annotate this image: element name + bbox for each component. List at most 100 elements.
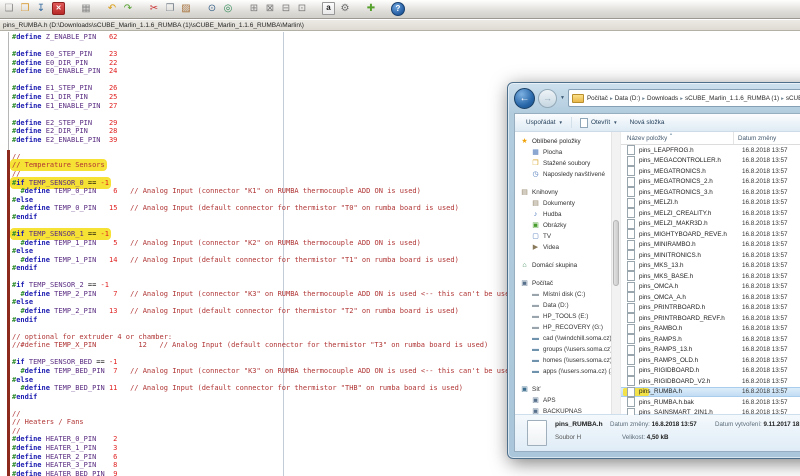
editor-tab[interactable]: pins_RUMBA.h (D:\Downloads\sCUBE_Marlin_… (0, 20, 800, 31)
sidebar-item-obl-ben-polo-ky[interactable]: ★Oblíbené položky (515, 136, 620, 147)
toolbar-group: a⚙ (320, 2, 353, 17)
table-row[interactable]: pins_MKS_13.h16.8.2018 13:57 (621, 261, 800, 272)
table-row[interactable]: pins_MEGATRONICS_3.h16.8.2018 13:57 (621, 187, 800, 198)
new-file-icon[interactable]: ❑ (1, 2, 17, 17)
table-row[interactable]: pins_MEGATRONICS.h16.8.2018 13:57 (621, 166, 800, 177)
plugins-icon[interactable]: ✚ (363, 2, 379, 17)
redo-icon[interactable]: ↷ (120, 2, 136, 17)
breadcrumb-item[interactable]: Data (D:) (614, 95, 642, 102)
copy-icon[interactable]: ❐ (162, 2, 178, 17)
table-row[interactable]: pins_PRINTRBOARD.h16.8.2018 13:57 (621, 303, 800, 314)
sidebar-scrollbar[interactable] (611, 132, 620, 415)
search-files-icon[interactable]: ◎ (220, 2, 236, 17)
sidebar-item-naposledy-nav-t-ven-[interactable]: ◷Naposledy navštívené (515, 169, 620, 180)
table-row[interactable]: pins_MELZI.h16.8.2018 13:57 (621, 198, 800, 209)
table-row[interactable]: pins_LEAPFROG.h16.8.2018 13:57 (621, 145, 800, 156)
file-name: pins_OMCA_A.h (639, 294, 738, 301)
file-date: 16.8.2018 13:57 (738, 294, 800, 301)
file-icon (627, 177, 635, 187)
address-bar[interactable]: Počítač▸Data (D:)▸Downloads▸sCUBE_Marlin… (568, 89, 800, 107)
details-created: Datum vytvoření: 9.11.2017 18:2 (715, 421, 800, 428)
close-file-icon[interactable]: ✕ (52, 2, 65, 15)
sidebar-item-cad-windchill-soma-cz-[interactable]: ▬cad (\\windchill.soma.cz) (515, 333, 620, 344)
save-file-icon[interactable]: ↧ (33, 2, 49, 17)
explorer-navbar: ← → ▼ Počítač▸Data (D:)▸Downloads▸sCUBE_… (514, 87, 800, 109)
sidebar-item-dokumenty[interactable]: ▤Dokumenty (515, 198, 620, 209)
new-window-icon[interactable]: ⊞ (246, 2, 262, 17)
forward-button[interactable]: → (538, 89, 557, 108)
file-date: 16.8.2018 13:57 (738, 231, 800, 238)
organize-button[interactable]: Uspořádat ▼ (520, 116, 569, 129)
file-date: 16.8.2018 13:57 (738, 367, 800, 374)
table-row[interactable]: pins_RUMBA.h16.8.2018 13:57 (621, 387, 800, 398)
file-icon (627, 324, 635, 334)
sidebar-item-homes-users-soma-cz-[interactable]: ▬homes (\\users.soma.cz) (515, 355, 620, 366)
table-row[interactable]: pins_MELZI_MAKR3D.h16.8.2018 13:57 (621, 219, 800, 230)
search-icon[interactable]: ⊙ (204, 2, 220, 17)
sidebar-item-obr-zky[interactable]: ▣Obrázky (515, 220, 620, 231)
file-date: 16.8.2018 13:57 (738, 336, 800, 343)
table-row[interactable]: pins_OMCA.h16.8.2018 13:57 (621, 282, 800, 293)
back-button[interactable]: ← (514, 88, 535, 109)
table-row[interactable]: pins_SAINSMART_2IN1.h16.8.2018 13:57 (621, 408, 800, 416)
maximize-window-icon[interactable]: ⊠ (262, 2, 278, 17)
open-button[interactable]: Otevřít ▼ (574, 116, 624, 129)
sidebar-item-dom-c-skupina[interactable]: ⌂Domácí skupina (515, 260, 620, 271)
history-dropdown-icon[interactable]: ▼ (560, 95, 565, 101)
font-icon[interactable]: a (322, 2, 335, 15)
table-row[interactable]: pins_MKS_BASE.h16.8.2018 13:57 (621, 271, 800, 282)
breadcrumb-item[interactable]: sCUBE_Marlin_1.1.6_RUMBA (1) (684, 95, 780, 102)
print-icon[interactable]: ▦ (78, 2, 94, 17)
file-date: 16.8.2018 13:57 (738, 189, 800, 196)
table-row[interactable]: pins_RIGIDBOARD.h16.8.2018 13:57 (621, 366, 800, 377)
sidebar-item-hp-tools-e-[interactable]: ▬HP_TOOLS (E:) (515, 311, 620, 322)
sidebar-item-videa[interactable]: ▶Videa (515, 242, 620, 253)
table-row[interactable]: pins_RIGIDBOARD_V2.h16.8.2018 13:57 (621, 376, 800, 387)
sidebar-item-data-d-[interactable]: ▬Data (D:) (515, 300, 620, 311)
column-header-name[interactable]: Název položky ▲ (621, 132, 734, 144)
table-row[interactable]: pins_RAMPS_OLD.h16.8.2018 13:57 (621, 355, 800, 366)
toolbar-group: ✂❐▨ (146, 2, 194, 17)
scrollbar-thumb[interactable] (613, 220, 619, 286)
sidebar-item-plocha[interactable]: ▦Plocha (515, 147, 620, 158)
table-row[interactable]: pins_RAMPS_13.h16.8.2018 13:57 (621, 345, 800, 356)
table-row[interactable]: pins_MINITRONICS.h16.8.2018 13:57 (621, 250, 800, 261)
table-row[interactable]: pins_MEGATRONICS_2.h16.8.2018 13:57 (621, 177, 800, 188)
sidebar-item-aps[interactable]: ▣APS (515, 395, 620, 406)
table-row[interactable]: pins_PRINTRBOARD_REVF.h16.8.2018 13:57 (621, 313, 800, 324)
sidebar-item-hudba[interactable]: ♪Hudba (515, 209, 620, 220)
sidebar-item-s-[interactable]: ▣Síť (515, 384, 620, 395)
undo-icon[interactable]: ↶ (104, 2, 120, 17)
help-icon[interactable]: ? (391, 2, 405, 16)
sidebar-item-groups-users-soma-cz-[interactable]: ▬groups (\\users.soma.cz) (515, 344, 620, 355)
breadcrumb-item[interactable]: sCUBE_M (785, 95, 800, 102)
table-row[interactable]: pins_RUMBA.h.bak16.8.2018 13:57 (621, 397, 800, 408)
file-name: pins_MEGACONTROLLER.h (639, 157, 738, 164)
breadcrumb-item[interactable]: Downloads (646, 95, 679, 102)
paste-icon[interactable]: ▨ (178, 2, 194, 17)
table-row[interactable]: pins_OMCA_A.h16.8.2018 13:57 (621, 292, 800, 303)
sidebar-item-m-stn-disk-c-[interactable]: ▬Místní disk (C:) (515, 289, 620, 300)
split-horizontal-icon[interactable]: ⊟ (278, 2, 294, 17)
sidebar-item-knihovny[interactable]: ▤Knihovny (515, 187, 620, 198)
settings-icon[interactable]: ⚙ (337, 2, 353, 17)
table-row[interactable]: pins_RAMPS.h16.8.2018 13:57 (621, 334, 800, 345)
cut-icon[interactable]: ✂ (146, 2, 162, 17)
sidebar-item-po-ta-[interactable]: ▣Počítač (515, 278, 620, 289)
file-icon (627, 261, 635, 271)
breadcrumb-item[interactable]: Počítač (586, 95, 609, 102)
sidebar-item-tv[interactable]: ▢TV (515, 231, 620, 242)
sidebar-item-sta-en-soubory[interactable]: ❒Stažené soubory (515, 158, 620, 169)
file-date: 16.8.2018 13:57 (738, 178, 800, 185)
table-row[interactable]: pins_RAMBO.h16.8.2018 13:57 (621, 324, 800, 335)
split-vertical-icon[interactable]: ⊡ (294, 2, 310, 17)
new-folder-button[interactable]: Nová složka (624, 116, 671, 129)
column-header-date[interactable]: Datum změny (734, 132, 800, 144)
table-row[interactable]: pins_MEGACONTROLLER.h16.8.2018 13:57 (621, 156, 800, 167)
open-file-icon[interactable]: ❒ (17, 2, 33, 17)
sidebar-item-apps-users-soma-cz-z[interactable]: ▬apps (\\users.soma.cz) (Z (515, 366, 620, 377)
table-row[interactable]: pins_MINIRAMBO.h16.8.2018 13:57 (621, 240, 800, 251)
sidebar-item-hp-recovery-g-[interactable]: ▬HP_RECOVERY (G:) (515, 322, 620, 333)
table-row[interactable]: pins_MIGHTYBOARD_REVE.h16.8.2018 13:57 (621, 229, 800, 240)
table-row[interactable]: pins_MELZI_CREALITY.h16.8.2018 13:57 (621, 208, 800, 219)
